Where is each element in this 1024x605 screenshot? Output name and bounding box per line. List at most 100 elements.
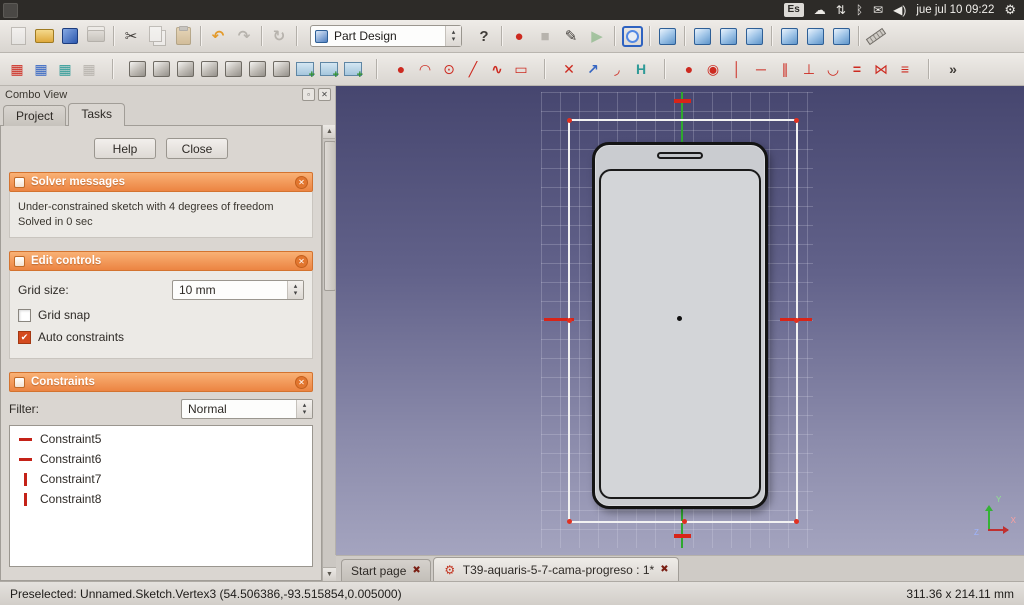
- vertex-point[interactable]: [794, 318, 799, 323]
- bluetooth-icon[interactable]: ᛒ: [856, 3, 863, 17]
- vertex-point[interactable]: [567, 118, 572, 123]
- sketch-center-point[interactable]: [677, 316, 682, 321]
- 3d-viewport[interactable]: Y X Z: [336, 86, 1024, 555]
- pad-icon[interactable]: [125, 56, 149, 82]
- vertical-constraint-icon[interactable]: │: [725, 56, 749, 82]
- mirrored-icon[interactable]: [269, 56, 293, 82]
- tab-start-page[interactable]: Start page ✖: [341, 559, 431, 581]
- combo-arrows-icon[interactable]: ▴ ▾: [296, 400, 312, 418]
- constraint-list-item[interactable]: Constraint8: [10, 489, 312, 509]
- front-view-icon[interactable]: [689, 23, 715, 49]
- revolution-icon[interactable]: [173, 56, 197, 82]
- vertex-point[interactable]: [567, 519, 572, 524]
- measure-distance-icon[interactable]: [863, 23, 889, 49]
- copy-icon[interactable]: [144, 23, 170, 49]
- toggle-construction-icon[interactable]: H: [629, 56, 653, 82]
- filter-select[interactable]: Normal ▴ ▾: [181, 399, 313, 419]
- refresh-icon[interactable]: ↻: [266, 23, 292, 49]
- vertex-point[interactable]: [794, 519, 799, 524]
- phone-body-outline[interactable]: [592, 142, 768, 509]
- macro-edit-icon[interactable]: ✎: [558, 23, 584, 49]
- app-window-icon[interactable]: [3, 3, 18, 18]
- tab-tasks[interactable]: Tasks: [68, 103, 125, 126]
- panel-scrollbar[interactable]: ▲ ▼: [322, 125, 336, 581]
- grid-snap-checkbox[interactable]: [18, 309, 31, 322]
- map-sketch-icon[interactable]: ▦: [53, 56, 77, 82]
- lock-constraint-icon[interactable]: ≡: [893, 56, 917, 82]
- create-arc-icon[interactable]: ◠: [413, 56, 437, 82]
- phone-speaker-slot[interactable]: [657, 152, 703, 159]
- perpendicular-constraint-icon[interactable]: ⊥: [797, 56, 821, 82]
- save-file-icon[interactable]: [57, 23, 83, 49]
- cloud-status-icon[interactable]: ☁: [814, 3, 826, 17]
- clock[interactable]: jue jul 10 09:22: [916, 4, 994, 16]
- point-on-object-constraint-icon[interactable]: ◉: [701, 56, 725, 82]
- groove-icon[interactable]: [197, 56, 221, 82]
- parallel-constraint-icon[interactable]: ∥: [773, 56, 797, 82]
- phone-screen-outline[interactable]: [599, 169, 761, 499]
- tab-project[interactable]: Project: [3, 105, 66, 126]
- pocket-icon[interactable]: [149, 56, 173, 82]
- multitransform-icon[interactable]: [341, 56, 365, 82]
- create-sketch-icon[interactable]: ▦: [5, 56, 29, 82]
- create-point-icon[interactable]: ●: [389, 56, 413, 82]
- paste-icon[interactable]: [170, 23, 196, 49]
- vertex-point[interactable]: [567, 318, 572, 323]
- leave-sketch-icon[interactable]: ▦: [77, 56, 101, 82]
- create-rectangle-icon[interactable]: ▭: [509, 56, 533, 82]
- external-geometry-icon[interactable]: ↗: [581, 56, 605, 82]
- create-line-icon[interactable]: ╱: [461, 56, 485, 82]
- volume-icon[interactable]: ◀): [893, 3, 906, 17]
- fillet-icon[interactable]: [221, 56, 245, 82]
- horizontal-constraint-icon[interactable]: ─: [749, 56, 773, 82]
- tab-document[interactable]: T39-aquaris-5-7-cama-progreso : 1* ✖: [433, 557, 679, 581]
- network-updown-icon[interactable]: ⇅: [836, 3, 846, 17]
- toolbar-overflow-icon[interactable]: »: [941, 56, 965, 82]
- macro-execute-icon[interactable]: ▶: [584, 23, 610, 49]
- create-polyline-icon[interactable]: ∿: [485, 56, 509, 82]
- macro-stop-icon[interactable]: ■: [532, 23, 558, 49]
- axonometric-view-icon[interactable]: [654, 23, 680, 49]
- help-button[interactable]: Help: [94, 138, 156, 159]
- float-panel-icon[interactable]: ▫: [302, 88, 315, 101]
- keyboard-layout-indicator[interactable]: Es: [784, 3, 804, 17]
- tangent-constraint-icon[interactable]: ◡: [821, 56, 845, 82]
- edit-controls-header[interactable]: Edit controls ✕: [9, 251, 313, 271]
- constraint-list-item[interactable]: Constraint6: [10, 449, 312, 469]
- edit-sketch-icon[interactable]: ▦: [29, 56, 53, 82]
- symmetric-constraint-icon[interactable]: ⋈: [869, 56, 893, 82]
- mail-icon[interactable]: ✉: [873, 3, 883, 17]
- solver-messages-header[interactable]: Solver messages ✕: [9, 172, 313, 192]
- open-file-icon[interactable]: [31, 23, 57, 49]
- scrollbar-thumb[interactable]: [324, 141, 336, 291]
- axis-constraint-mark-top[interactable]: [674, 99, 691, 103]
- vertex-point[interactable]: [794, 118, 799, 123]
- collapse-section-icon[interactable]: ✕: [295, 176, 308, 189]
- left-view-icon[interactable]: [828, 23, 854, 49]
- constraints-header[interactable]: Constraints ✕: [9, 372, 313, 392]
- collapse-section-icon[interactable]: ✕: [295, 255, 308, 268]
- grid-size-select[interactable]: 10 mm ▴ ▾: [172, 280, 304, 300]
- print-icon[interactable]: [83, 23, 109, 49]
- fit-all-icon[interactable]: [619, 23, 645, 49]
- axis-constraint-mark-bottom[interactable]: [674, 534, 691, 538]
- collapse-section-icon[interactable]: ✕: [295, 376, 308, 389]
- trim-edge-icon[interactable]: ✕: [557, 56, 581, 82]
- bottom-view-icon[interactable]: [802, 23, 828, 49]
- close-panel-icon[interactable]: ✕: [318, 88, 331, 101]
- scroll-down-icon[interactable]: ▼: [323, 567, 337, 581]
- macro-record-icon[interactable]: ●: [506, 23, 532, 49]
- workbench-selector[interactable]: Part Design ▴ ▾: [310, 25, 462, 47]
- close-tab-icon[interactable]: ✖: [412, 565, 420, 576]
- combo-arrows-icon[interactable]: ▴ ▾: [287, 281, 303, 299]
- chamfer-icon[interactable]: [245, 56, 269, 82]
- constraint-list-item[interactable]: Constraint7: [10, 469, 312, 489]
- cut-icon[interactable]: ✂: [118, 23, 144, 49]
- redo-icon[interactable]: ↷: [231, 23, 257, 49]
- close-button[interactable]: Close: [166, 138, 228, 159]
- vertex-point[interactable]: [682, 519, 687, 524]
- new-file-icon[interactable]: [5, 23, 31, 49]
- auto-constraints-checkbox[interactable]: ✔: [18, 331, 31, 344]
- top-view-icon[interactable]: [715, 23, 741, 49]
- combo-arrows-icon[interactable]: ▴ ▾: [445, 26, 461, 46]
